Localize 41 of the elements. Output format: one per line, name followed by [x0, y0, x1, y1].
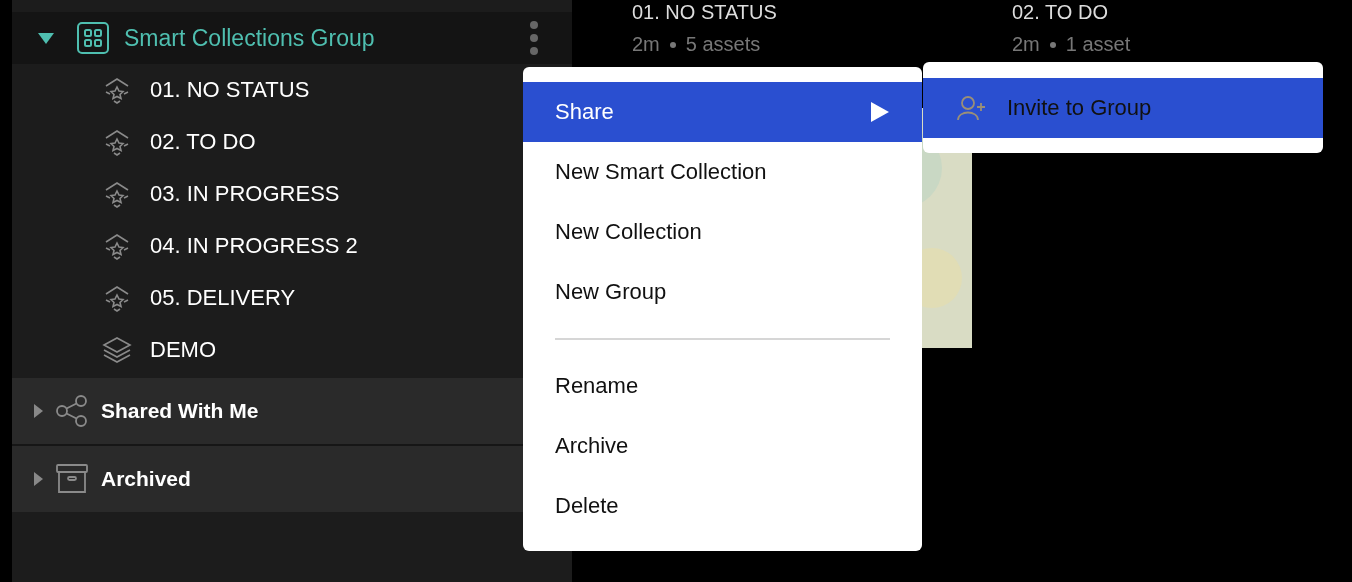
- collection-item[interactable]: 02. TO DO: [12, 116, 512, 168]
- card-title: 01. NO STATUS: [632, 1, 778, 25]
- collection-label: 05. DELIVERY: [150, 285, 296, 311]
- menu-item[interactable]: Rename: [523, 356, 922, 416]
- disclosure-triangle-icon[interactable]: [34, 472, 43, 486]
- menu-item[interactable]: New Smart Collection: [523, 142, 922, 202]
- group-header[interactable]: Smart Collections Group: [12, 12, 572, 64]
- separator-dot-icon: [669, 41, 676, 48]
- disclosure-triangle-icon[interactable]: [34, 404, 43, 418]
- archive-box-icon: [55, 463, 89, 495]
- card-age: 2m: [1012, 33, 1040, 56]
- collection-label: 03. IN PROGRESS: [150, 181, 340, 207]
- grid-icon: [76, 21, 110, 55]
- menu-item[interactable]: New Group: [523, 262, 922, 322]
- section-label: Archived: [101, 467, 191, 491]
- menu-item[interactable]: Share: [523, 82, 922, 142]
- asset-count: 1 asset: [1065, 33, 1131, 56]
- separator-dot-icon: [1049, 41, 1056, 48]
- collection-label: DEMO: [150, 337, 216, 363]
- section-label: Shared With Me: [101, 399, 259, 423]
- card-title: 02. TO DO: [1012, 1, 1109, 25]
- collection-item[interactable]: 04. IN PROGRESS 2: [12, 220, 512, 272]
- add-person-icon: [957, 95, 987, 121]
- collection-item[interactable]: 01. NO STATUS: [12, 64, 512, 116]
- collection-item[interactable]: DEMO: [12, 324, 512, 376]
- collection-label: 04. IN PROGRESS 2: [150, 233, 358, 259]
- submenu-arrow-icon: [870, 101, 890, 123]
- group-title: Smart Collections Group: [124, 24, 376, 52]
- asset-count: 5 assets: [685, 33, 761, 56]
- menu-item[interactable]: Archive: [523, 416, 922, 476]
- collection-label: 02. TO DO: [150, 129, 256, 155]
- collection-item[interactable]: 03. IN PROGRESS: [12, 168, 512, 220]
- collection-item[interactable]: 05. DELIVERY: [12, 272, 512, 324]
- share-icon: [55, 395, 89, 427]
- more-icon[interactable]: [530, 21, 538, 55]
- menu-item[interactable]: Delete: [523, 476, 922, 536]
- menu-item[interactable]: New Collection: [523, 202, 922, 262]
- card-age: 2m: [632, 33, 660, 56]
- disclosure-triangle-icon[interactable]: [38, 32, 54, 44]
- collection-label: 01. NO STATUS: [150, 77, 310, 103]
- layers-icon: [102, 336, 132, 364]
